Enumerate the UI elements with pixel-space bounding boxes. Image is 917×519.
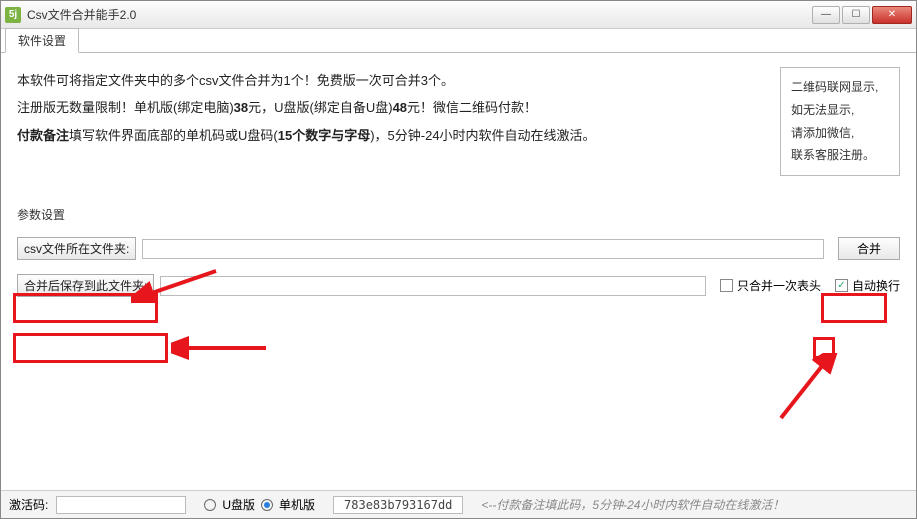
qr-line-1: 二维码联网显示, bbox=[791, 76, 889, 99]
only-header-group: 只合并一次表头 bbox=[720, 277, 821, 294]
radio-usb[interactable] bbox=[204, 499, 216, 511]
highlight-merge-button bbox=[821, 293, 887, 323]
highlight-dest-button bbox=[13, 333, 168, 363]
price-usb: 48 bbox=[393, 100, 407, 115]
minimize-button[interactable]: — bbox=[812, 6, 840, 24]
dest-folder-button[interactable]: 合并后保存到此文件夹: bbox=[17, 274, 154, 297]
qr-line-4: 联系客服注册。 bbox=[791, 144, 889, 167]
titlebar: 5j Csv文件合并能手2.0 — ☐ ✕ bbox=[1, 1, 916, 29]
params-section-label: 参数设置 bbox=[17, 206, 900, 223]
arrow-to-dest bbox=[171, 333, 271, 363]
only-header-label: 只合并一次表头 bbox=[737, 277, 821, 294]
merge-button[interactable]: 合并 bbox=[838, 237, 900, 260]
dest-folder-input[interactable] bbox=[160, 276, 706, 296]
version-radio-group: U盘版 单机版 bbox=[204, 496, 315, 513]
tab-settings[interactable]: 软件设置 bbox=[5, 28, 79, 53]
qr-line-2: 如无法显示, bbox=[791, 99, 889, 122]
top-row: 本软件可将指定文件夹中的多个csv文件合并为1个！免费版一次可合并3个。 注册版… bbox=[17, 67, 900, 176]
activation-hint: <--付款备注填此码，5分钟-24小时内软件自动在线激活！ bbox=[481, 496, 784, 513]
machine-code-display: 783e83b793167dd bbox=[333, 496, 463, 514]
price-single: 38 bbox=[234, 100, 248, 115]
app-window: 5j Csv文件合并能手2.0 — ☐ ✕ 软件设置 本软件可将指定文件夹中的多… bbox=[0, 0, 917, 519]
tabstrip: 软件设置 bbox=[1, 29, 916, 53]
arrow-to-autowrap bbox=[771, 353, 851, 423]
app-icon: 5j bbox=[5, 7, 21, 23]
description-text: 本软件可将指定文件夹中的多个csv文件合并为1个！免费版一次可合并3个。 注册版… bbox=[17, 67, 764, 149]
content-area: 本软件可将指定文件夹中的多个csv文件合并为1个！免费版一次可合并3个。 注册版… bbox=[1, 53, 916, 490]
radio-usb-label: U盘版 bbox=[222, 496, 255, 513]
desc-line-2: 注册版无数量限制！单机版(绑定电脑)38元，U盘版(绑定自备U盘)48元！微信二… bbox=[17, 94, 764, 121]
highlight-auto-wrap bbox=[813, 337, 835, 359]
highlight-source-button bbox=[13, 293, 158, 323]
auto-wrap-checkbox[interactable] bbox=[835, 279, 848, 292]
desc-line-3: 付款备注填写软件界面底部的单机码或U盘码(15个数字与字母)，5分钟-24小时内… bbox=[17, 122, 764, 149]
qr-message-box: 二维码联网显示, 如无法显示, 请添加微信, 联系客服注册。 bbox=[780, 67, 900, 176]
auto-wrap-group: 自动换行 bbox=[835, 277, 900, 294]
qr-line-3: 请添加微信, bbox=[791, 122, 889, 145]
bottom-bar: 激活码: U盘版 单机版 783e83b793167dd <--付款备注填此码，… bbox=[1, 490, 916, 518]
source-folder-row: csv文件所在文件夹: 合并 bbox=[17, 237, 900, 260]
activation-code-input[interactable] bbox=[56, 496, 186, 514]
activation-label: 激活码: bbox=[9, 496, 48, 513]
close-button[interactable]: ✕ bbox=[872, 6, 912, 24]
window-title: Csv文件合并能手2.0 bbox=[27, 6, 812, 23]
maximize-button[interactable]: ☐ bbox=[842, 6, 870, 24]
source-folder-button[interactable]: csv文件所在文件夹: bbox=[17, 237, 136, 260]
source-folder-input[interactable] bbox=[142, 239, 824, 259]
window-controls: — ☐ ✕ bbox=[812, 6, 912, 24]
radio-single-label: 单机版 bbox=[279, 496, 315, 513]
auto-wrap-label: 自动换行 bbox=[852, 277, 900, 294]
desc-line-1: 本软件可将指定文件夹中的多个csv文件合并为1个！免费版一次可合并3个。 bbox=[17, 67, 764, 94]
only-header-checkbox[interactable] bbox=[720, 279, 733, 292]
radio-single[interactable] bbox=[261, 499, 273, 511]
dest-folder-row: 合并后保存到此文件夹: 只合并一次表头 自动换行 bbox=[17, 274, 900, 297]
